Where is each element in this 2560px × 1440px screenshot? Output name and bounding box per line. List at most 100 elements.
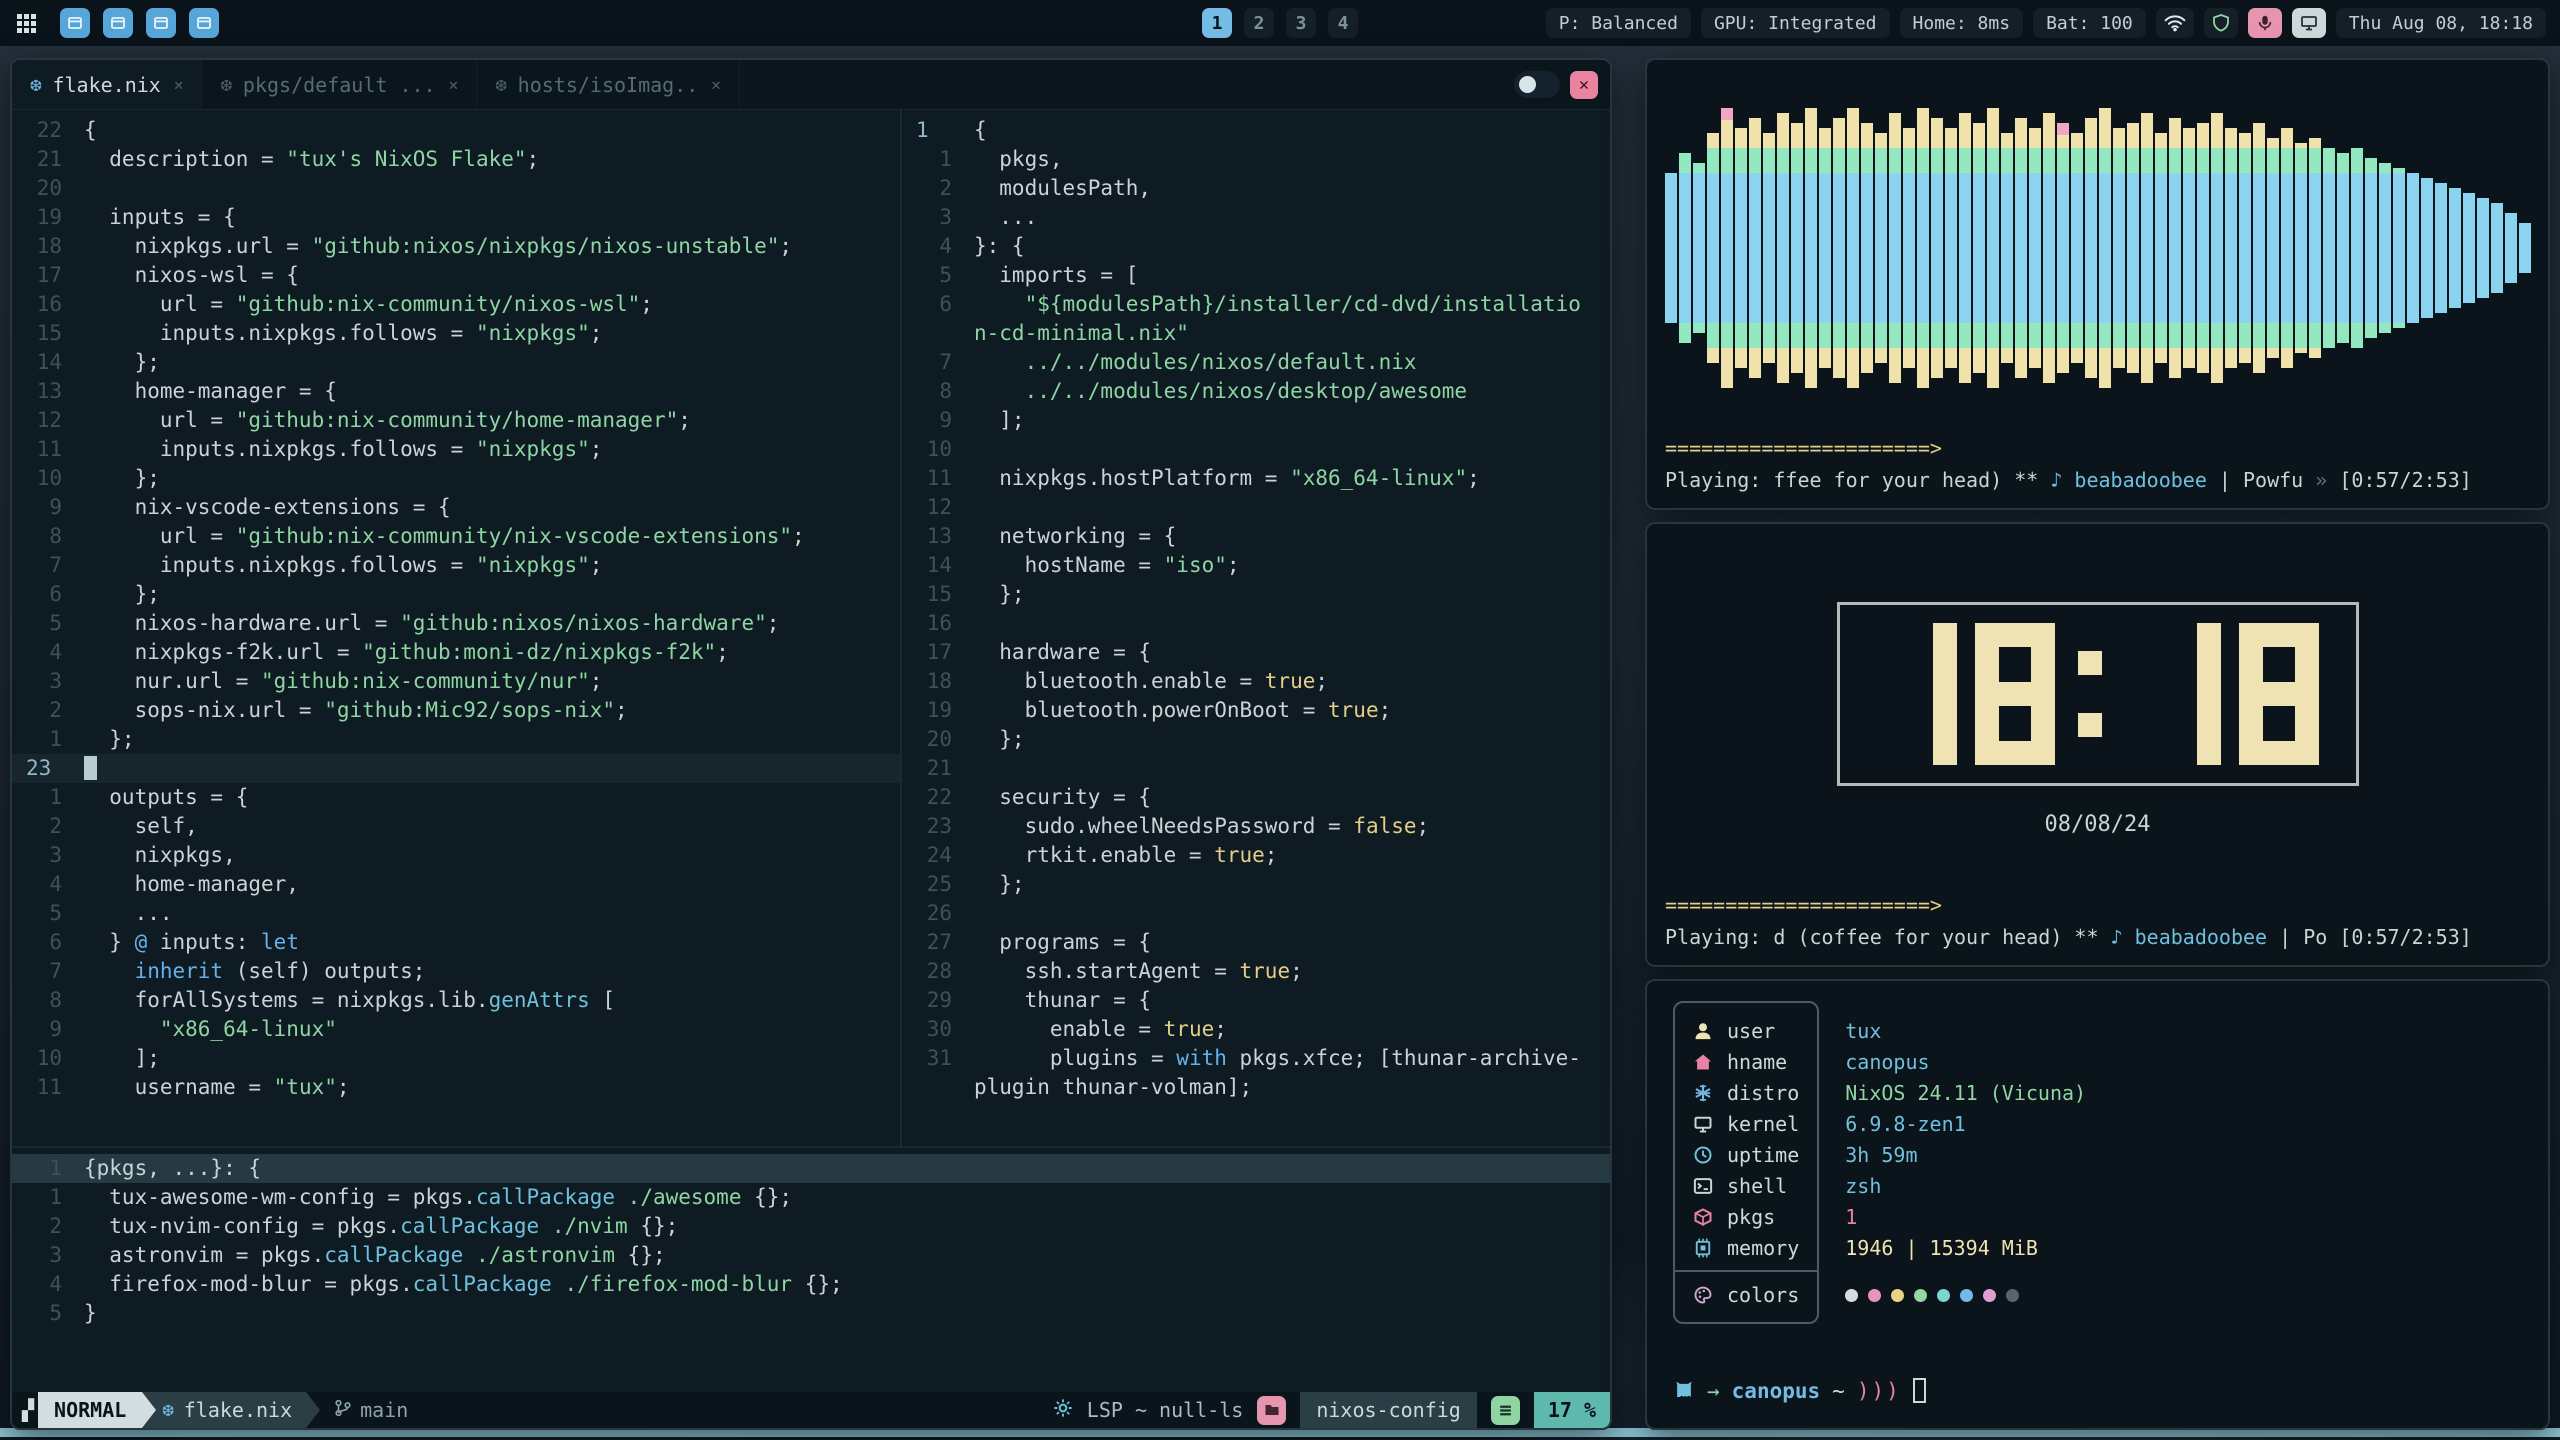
code-line: 22{ — [12, 116, 900, 145]
user-icon — [1693, 1021, 1713, 1041]
toggle-pill-button[interactable] — [1514, 71, 1560, 98]
fetch-value: tux — [1845, 1016, 2086, 1047]
code-line: 8 ../../modules/nixos/desktop/awesome — [902, 377, 1610, 406]
code-line: 3 nixpkgs, — [12, 841, 900, 870]
fetch-value: 6.9.8-zen1 — [1845, 1109, 2086, 1140]
code-line: 29 thunar = { — [902, 986, 1610, 1015]
tray-app-icon[interactable] — [146, 8, 176, 38]
tab-close-icon[interactable]: ✕ — [174, 75, 184, 94]
nix-snowflake-icon: ❆ — [162, 1399, 173, 1421]
fetch-value: NixOS 24.11 (Vicuna) — [1845, 1078, 2086, 1109]
window-close-button[interactable]: ✕ — [1570, 71, 1598, 99]
tab-hosts-isoimage[interactable]: ❆ hosts/isoImag.. ✕ — [477, 60, 740, 109]
topbar: 1 2 3 4 P: Balanced GPU: Integrated Home… — [0, 0, 2560, 46]
tag-1[interactable]: 1 — [1202, 8, 1232, 38]
editor-tabbar: ❆ flake.nix ✕ ❆ pkgs/default ... ✕ ❆ hos… — [12, 60, 1610, 110]
code-line: 19 inputs = { — [12, 203, 900, 232]
tab-pkgs-default[interactable]: ❆ pkgs/default ... ✕ — [202, 60, 477, 109]
code-line: 16 — [902, 609, 1610, 638]
code-line: 7 ../../modules/nixos/default.nix — [902, 348, 1610, 377]
latency-chip[interactable]: Home: 8ms — [1900, 8, 2024, 38]
prompt-path: ~ — [1832, 1379, 1845, 1403]
code-line: n-cd-minimal.nix" — [902, 319, 1610, 348]
window-controls: ✕ — [1514, 71, 1610, 99]
clock-date: 08/08/24 — [2045, 812, 2151, 837]
prompt-hostname: canopus — [1732, 1379, 1821, 1403]
battery-chip[interactable]: Bat: 100 — [2033, 8, 2146, 38]
prompt-os-icon — [1673, 1377, 1695, 1404]
tray-app-icon[interactable] — [103, 8, 133, 38]
tab-close-icon[interactable]: ✕ — [449, 75, 459, 94]
code-line: 17 hardware = { — [902, 638, 1610, 667]
code-line: 2 self, — [12, 812, 900, 841]
shield-icon[interactable] — [2204, 8, 2238, 38]
project-name[interactable]: nixos-config — [1300, 1392, 1477, 1428]
pane-iso-image[interactable]: 1{1 pkgs,2 modulesPath,3 ...4}: {5 impor… — [902, 110, 1610, 1146]
code-line: 27 programs = { — [902, 928, 1610, 957]
code-line: 23 — [12, 754, 900, 783]
tag-4[interactable]: 4 — [1328, 8, 1358, 38]
prompt-arrow: → — [1707, 1379, 1720, 1403]
terminal-window[interactable]: userhnamedistrokerneluptimeshellpkgsmemo… — [1645, 979, 2550, 1430]
tray-app-icon[interactable] — [189, 8, 219, 38]
nix-snowflake-icon — [1693, 1083, 1713, 1103]
visualizer-bars — [1665, 98, 2530, 398]
shell-prompt[interactable]: → canopus ~ ))) — [1673, 1377, 1926, 1404]
editor-cursor — [84, 756, 97, 780]
pane-flake-nix[interactable]: 22{21 description = "tux's NixOS Flake";… — [12, 110, 902, 1146]
tab-flake-nix[interactable]: ❆ flake.nix ✕ — [12, 60, 202, 109]
code-line: 6 "${modulesPath}/installer/cd-dvd/insta… — [902, 290, 1610, 319]
code-line: 16 url = "github:nix-community/nixos-wsl… — [12, 290, 900, 319]
code-line: 9 ]; — [902, 406, 1610, 435]
code-line: 21 description = "tux's NixOS Flake"; — [12, 145, 900, 174]
code-line: 2 modulesPath, — [902, 174, 1610, 203]
fetch-row: hname — [1693, 1046, 1799, 1077]
tag-2[interactable]: 2 — [1244, 8, 1274, 38]
code-line: 3 ... — [902, 203, 1610, 232]
tray-app-icon[interactable] — [60, 8, 90, 38]
scroll-percentage: 17 % — [1534, 1392, 1610, 1428]
code-line: 24 rtkit.enable = true; — [902, 841, 1610, 870]
pane-pkgs-default[interactable]: 1{pkgs, ...}: {1 tux-awesome-wm-config =… — [12, 1146, 1610, 1392]
tab-close-icon[interactable]: ✕ — [711, 75, 721, 94]
statusline: ▞ NORMAL ❆ flake.nix main LSP ~ null-ls … — [12, 1392, 1610, 1428]
fetch-row: user — [1693, 1015, 1799, 1046]
code-line: 10 ]; — [12, 1044, 900, 1073]
wifi-icon[interactable] — [2156, 8, 2194, 38]
datetime-chip[interactable]: Thu Aug 08, 18:18 — [2336, 8, 2546, 38]
lsp-status: LSP ~ null-ls — [1087, 1398, 1244, 1422]
code-line: 28 ssh.startAgent = true; — [902, 957, 1610, 986]
code-line: 9 "x86_64-linux" — [12, 1015, 900, 1044]
fetch-info-box: userhnamedistrokerneluptimeshellpkgsmemo… — [1673, 1001, 1819, 1324]
code-line: 13 home-manager = { — [12, 377, 900, 406]
code-line: 1{ — [902, 116, 1610, 145]
editor-window: ❆ flake.nix ✕ ❆ pkgs/default ... ✕ ❆ hos… — [10, 58, 1612, 1430]
kernel-icon — [1693, 1114, 1713, 1134]
gpu-chip[interactable]: GPU: Integrated — [1701, 8, 1890, 38]
app-launcher-icon[interactable] — [14, 11, 38, 35]
shell-icon — [1693, 1176, 1713, 1196]
git-branch[interactable]: main — [320, 1392, 422, 1428]
code-line: 21 — [902, 754, 1610, 783]
now-playing: Playing: ffee for your head) ** ♪ beabad… — [1647, 468, 2548, 508]
code-line: 2 tux-nvim-config = pkgs.callPackage ./n… — [12, 1212, 1610, 1241]
terminal-color-dots — [1845, 1280, 2086, 1311]
code-line: 6 }; — [12, 580, 900, 609]
power-profile-chip[interactable]: P: Balanced — [1546, 8, 1691, 38]
display-icon[interactable] — [2292, 8, 2326, 38]
code-line: 17 nixos-wsl = { — [12, 261, 900, 290]
microphone-icon[interactable] — [2248, 8, 2282, 38]
code-line: 1 outputs = { — [12, 783, 900, 812]
editor-body: 22{21 description = "tux's NixOS Flake";… — [12, 110, 1610, 1428]
code-line: 20 }; — [902, 725, 1610, 754]
code-line: 3 nur.url = "github:nix-community/nur"; — [12, 667, 900, 696]
code-line: 1 pkgs, — [902, 145, 1610, 174]
fetch-row: uptime — [1693, 1139, 1799, 1170]
code-line: 4 nixpkgs-f2k.url = "github:moni-dz/nixp… — [12, 638, 900, 667]
code-line: 14 hostName = "iso"; — [902, 551, 1610, 580]
code-line: 2 sops-nix.url = "github:Mic92/sops-nix"… — [12, 696, 900, 725]
code-line: 12 — [902, 493, 1610, 522]
tab-label: pkgs/default ... — [243, 73, 436, 97]
code-line: 7 inputs.nixpkgs.follows = "nixpkgs"; — [12, 551, 900, 580]
tag-3[interactable]: 3 — [1286, 8, 1316, 38]
